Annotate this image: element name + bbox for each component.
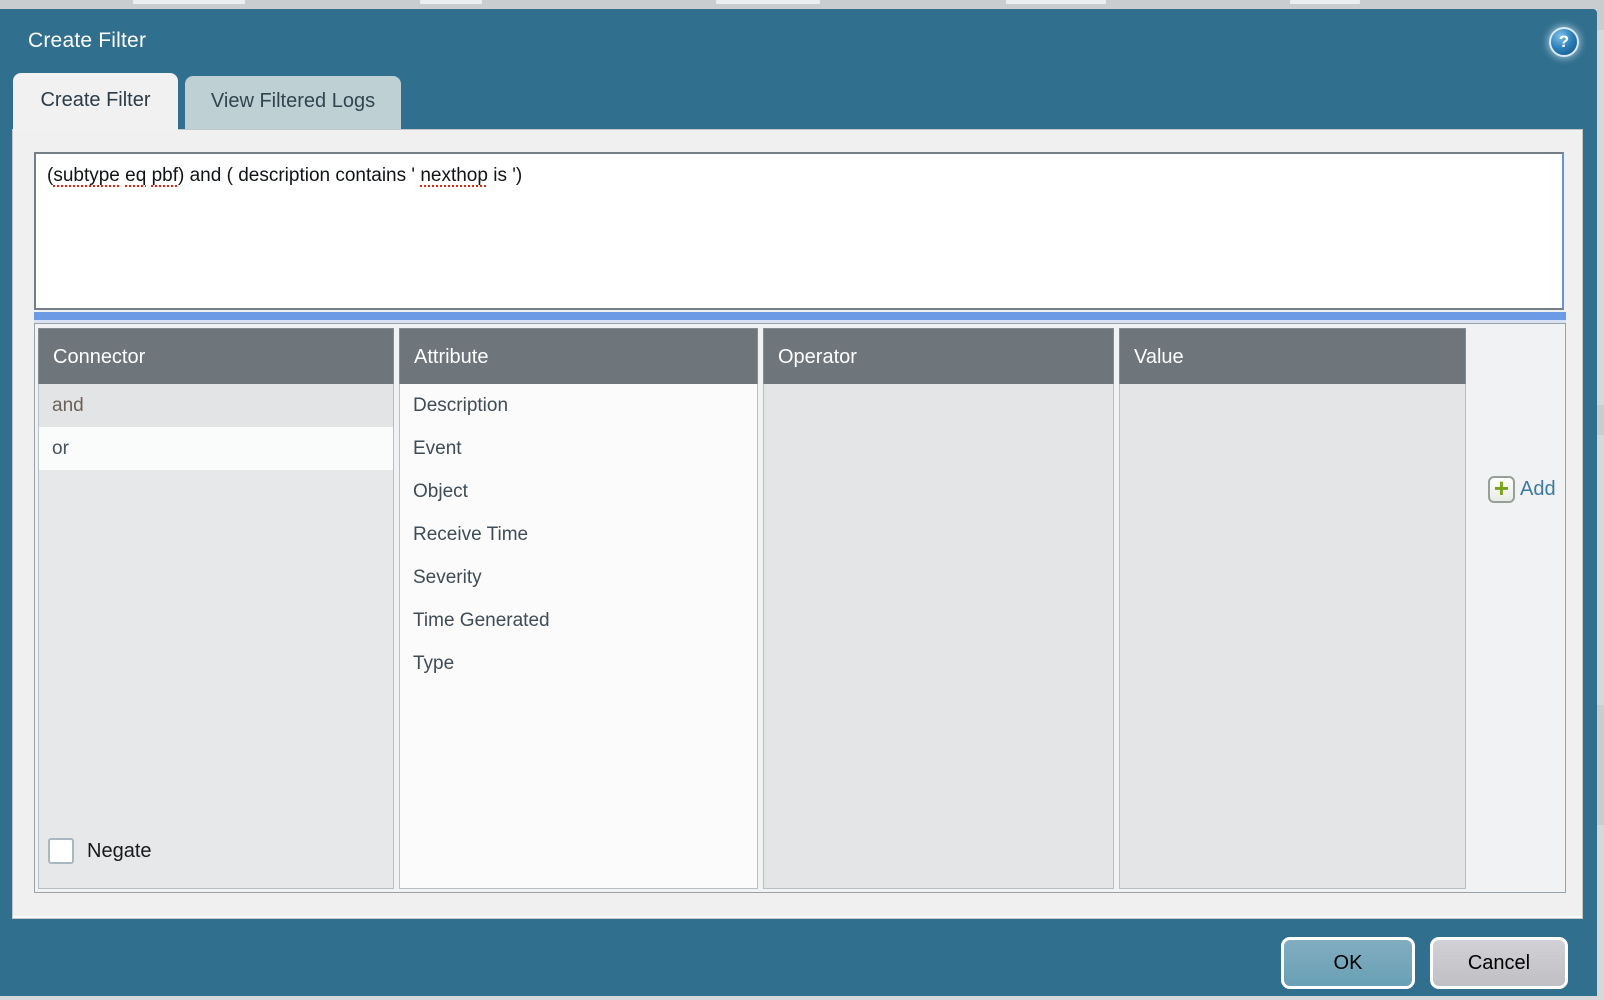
filter-expression-input[interactable]: (subtype eq pbf) and ( description conta… bbox=[34, 152, 1564, 310]
background-page-right-strip bbox=[1597, 0, 1604, 1000]
value-list bbox=[1119, 384, 1466, 889]
attribute-option-object[interactable]: Object bbox=[400, 470, 757, 513]
filter-builder-columns: Connector andor Negate Attribute Descrip… bbox=[34, 323, 1566, 893]
operator-column-header: Operator bbox=[763, 328, 1114, 384]
filter-text-segment: ) and ( description contains ' bbox=[178, 165, 420, 186]
tab-create-filter[interactable]: Create Filter bbox=[13, 73, 178, 131]
negate-label: Negate bbox=[87, 840, 152, 863]
background-row-band bbox=[1597, 705, 1604, 825]
attribute-option-time-generated[interactable]: Time Generated bbox=[400, 599, 757, 642]
connector-column: Connector andor Negate bbox=[38, 328, 394, 889]
add-button[interactable]: + Add bbox=[1488, 476, 1556, 503]
connector-option-and[interactable]: and bbox=[39, 384, 393, 427]
dialog-title: Create Filter bbox=[28, 29, 146, 53]
background-text-fragment bbox=[716, 0, 820, 4]
attribute-column: Attribute DescriptionEventObjectReceive … bbox=[399, 328, 758, 889]
attribute-option-type[interactable]: Type bbox=[400, 642, 757, 685]
background-text-fragment bbox=[420, 0, 482, 4]
filter-text-segment: eq bbox=[125, 165, 146, 186]
attribute-option-severity[interactable]: Severity bbox=[400, 556, 757, 599]
negate-checkbox[interactable] bbox=[48, 838, 74, 864]
filter-text-segment: subtype bbox=[53, 165, 120, 186]
filter-text-segment: is ') bbox=[488, 165, 522, 186]
dialog-body-panel: (subtype eq pbf) and ( description conta… bbox=[12, 129, 1583, 919]
plus-icon: + bbox=[1488, 476, 1515, 503]
negate-control: Negate bbox=[48, 838, 152, 864]
horizontal-splitter[interactable] bbox=[34, 312, 1566, 320]
ok-button[interactable]: OK bbox=[1281, 937, 1415, 989]
operator-list bbox=[763, 384, 1114, 889]
background-text-fragment bbox=[1006, 0, 1106, 4]
background-row-band bbox=[1597, 405, 1604, 435]
help-icon[interactable]: ? bbox=[1549, 27, 1579, 57]
attribute-list: DescriptionEventObjectReceive TimeSeveri… bbox=[399, 384, 758, 889]
value-column: Value bbox=[1119, 328, 1466, 889]
attribute-option-event[interactable]: Event bbox=[400, 427, 757, 470]
create-filter-dialog: Create Filter ? Create Filter View Filte… bbox=[0, 9, 1597, 996]
cancel-button[interactable]: Cancel bbox=[1430, 937, 1568, 989]
connector-list: andor Negate bbox=[38, 384, 394, 889]
add-button-label: Add bbox=[1520, 478, 1556, 501]
filter-text-segment: pbf bbox=[152, 165, 178, 186]
operator-column: Operator bbox=[763, 328, 1114, 889]
attribute-column-header: Attribute bbox=[399, 328, 758, 384]
background-page-top-strip bbox=[0, 0, 1604, 9]
background-row-band bbox=[1597, 0, 1604, 30]
value-column-header: Value bbox=[1119, 328, 1466, 384]
attribute-option-receive-time[interactable]: Receive Time bbox=[400, 513, 757, 556]
tab-view-filtered-logs[interactable]: View Filtered Logs bbox=[185, 76, 401, 129]
connector-option-or[interactable]: or bbox=[39, 427, 393, 470]
background-text-fragment bbox=[1290, 0, 1360, 4]
attribute-option-description[interactable]: Description bbox=[400, 384, 757, 427]
connector-column-header: Connector bbox=[38, 328, 394, 384]
filter-text-segment: nexthop bbox=[420, 165, 488, 186]
background-text-fragment bbox=[133, 0, 245, 4]
background-page-bottom-strip bbox=[0, 996, 1597, 1000]
